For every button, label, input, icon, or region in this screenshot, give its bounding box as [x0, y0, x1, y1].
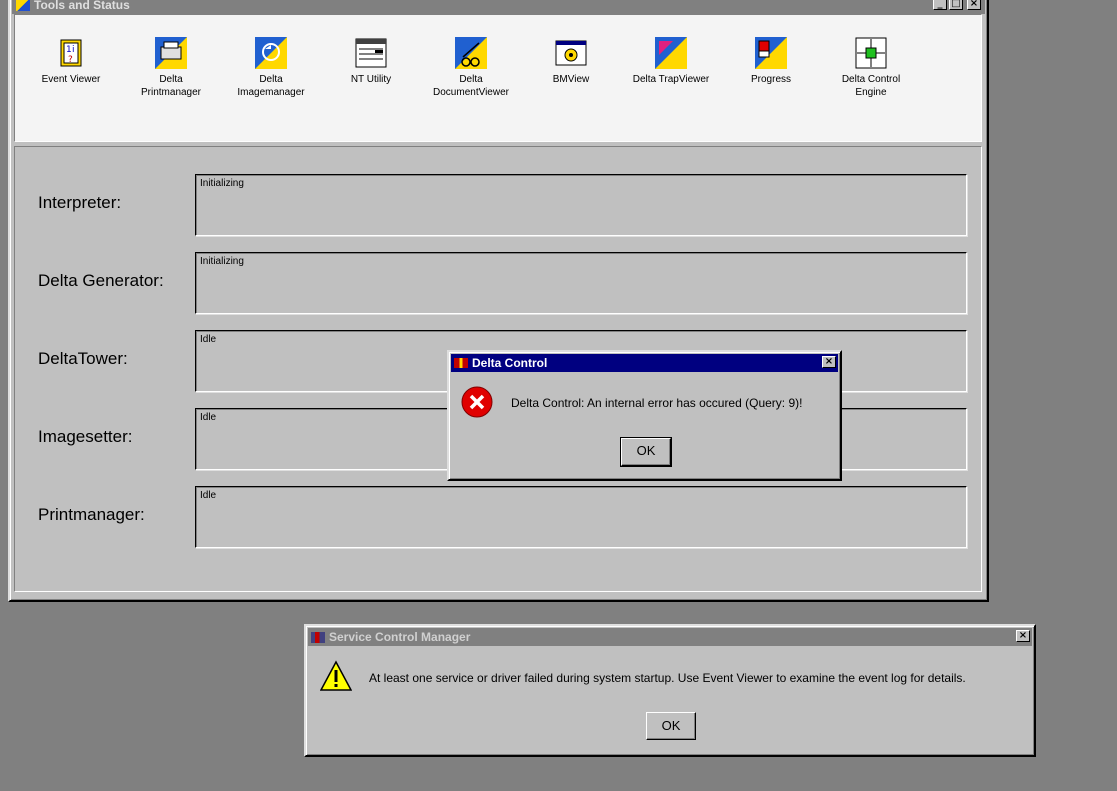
tool-label: Event Viewer: [41, 74, 101, 85]
tools-and-status-window: Tools and Status _ □ × 1 i? Event Viewer …: [8, 0, 989, 602]
error-icon: [461, 386, 493, 418]
scm-close-button[interactable]: ×: [1016, 630, 1030, 642]
delta-control-dialog: Delta Control × Delta Control: An intern…: [447, 350, 842, 481]
tool-label: NT Utility: [350, 74, 392, 85]
main-title-bar[interactable]: Tools and Status _ □ ×: [12, 0, 985, 14]
imagemanager-icon: [255, 37, 287, 69]
minimize-button[interactable]: _: [933, 0, 947, 10]
printmanager-icon: [155, 37, 187, 69]
tool-label-2: DocumentViewer: [433, 87, 509, 98]
tool-delta-printmanager[interactable]: Delta Printmanager: [121, 37, 221, 99]
status-label-interpreter: Interpreter:: [38, 193, 122, 212]
tool-label-2: Imagemanager: [237, 87, 305, 98]
status-box-interpreter: Initializing: [195, 174, 967, 236]
nt-utility-icon: [355, 37, 387, 69]
scm-message: At least one service or driver failed du…: [369, 671, 966, 685]
status-label-printmanager: Printmanager:: [38, 505, 145, 524]
tool-progress[interactable]: Progress: [721, 37, 821, 86]
tool-delta-control-engine[interactable]: Delta Control Engine: [821, 37, 921, 99]
status-label-deltatower: DeltaTower:: [38, 349, 128, 368]
trapviewer-icon: [655, 37, 687, 69]
svg-text:i: i: [72, 45, 75, 55]
bmview-icon: [555, 37, 587, 69]
document-viewer-icon: [455, 37, 487, 69]
tool-label: Delta Control: [841, 74, 901, 85]
status-value: Initializing: [200, 178, 244, 189]
delta-app-icon: [454, 358, 468, 368]
delta-dialog-ok-button[interactable]: OK: [620, 437, 672, 467]
tool-label-2: Printmanager: [140, 87, 202, 98]
tool-delta-imagemanager[interactable]: Delta Imagemanager: [221, 37, 321, 99]
svg-text:?: ?: [68, 55, 73, 65]
delta-dialog-title: Delta Control: [472, 356, 548, 370]
main-window-title: Tools and Status: [34, 0, 130, 12]
tool-label: Delta: [159, 74, 183, 85]
status-value: Idle: [200, 490, 217, 501]
delta-dialog-message: Delta Control: An internal error has occ…: [511, 396, 803, 410]
delta-dialog-close-button[interactable]: ×: [822, 356, 836, 368]
tool-label: Progress: [750, 74, 791, 85]
tools-panel: 1 i? Event Viewer Delta Printmanager Delt…: [14, 14, 982, 142]
status-box-delta-generator: Initializing: [195, 252, 967, 314]
scm-app-icon: [311, 631, 325, 643]
event-viewer-icon: 1 i?: [55, 37, 87, 69]
close-button[interactable]: ×: [967, 0, 981, 10]
service-control-manager-dialog: Service Control Manager × At least one s…: [304, 624, 1036, 757]
progress-icon: [755, 37, 787, 69]
svg-text:1: 1: [66, 45, 72, 55]
status-value: Initializing: [200, 256, 244, 267]
tool-delta-documentviewer[interactable]: Delta DocumentViewer: [421, 37, 521, 99]
status-label-delta-generator: Delta Generator:: [38, 271, 164, 290]
tool-label: BMView: [552, 74, 590, 85]
status-value: Idle: [200, 334, 217, 345]
scm-ok-button[interactable]: OK: [646, 712, 696, 740]
maximize-button[interactable]: □: [949, 0, 963, 10]
app-icon: [16, 0, 30, 11]
scm-dialog-title: Service Control Manager: [329, 630, 471, 644]
delta-dialog-title-bar[interactable]: Delta Control ×: [451, 354, 838, 372]
status-box-printmanager: Idle: [195, 486, 967, 548]
status-value: Idle: [200, 412, 217, 423]
scm-title-bar[interactable]: Service Control Manager ×: [308, 628, 1032, 646]
warning-icon: [319, 660, 353, 692]
tool-label: Delta: [259, 74, 283, 85]
tool-event-viewer[interactable]: 1 i? Event Viewer: [21, 37, 121, 86]
tool-nt-utility[interactable]: NT Utility: [321, 37, 421, 86]
tool-label: Delta: [459, 74, 483, 85]
tool-delta-trapviewer[interactable]: Delta TrapViewer: [621, 37, 721, 86]
tool-bmview[interactable]: BMView: [521, 37, 621, 86]
status-label-imagesetter: Imagesetter:: [38, 427, 133, 446]
tool-label-2: Engine: [855, 87, 887, 98]
tool-label: Delta TrapViewer: [632, 74, 710, 85]
control-engine-icon: [855, 37, 887, 69]
